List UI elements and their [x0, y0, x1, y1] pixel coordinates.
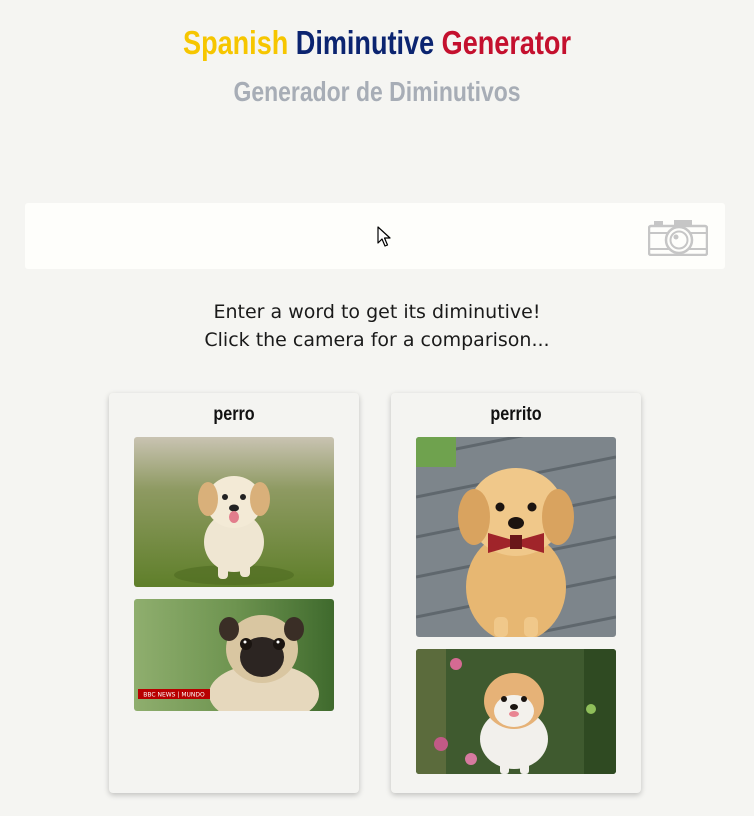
mouse-pointer-icon [377, 226, 391, 247]
app-title: Spanish Diminutive Generator [68, 24, 686, 62]
dog-photo [416, 649, 616, 774]
title-word-generator: Generator [441, 24, 571, 61]
instruction-line-2: Click the camera for a comparison... [204, 329, 550, 351]
word-input[interactable] [25, 203, 625, 269]
dog-photo [416, 437, 616, 637]
card-word: perrito [490, 404, 542, 425]
dog-photo: BBC NEWS | MUNDO [134, 599, 334, 711]
bbc-news-watermark: BBC NEWS | MUNDO [143, 692, 205, 699]
app-subtitle: Generador de Diminutivos [233, 76, 521, 107]
instruction-line-1: Enter a word to get its diminutive! [213, 301, 541, 323]
camera-icon[interactable] [647, 218, 709, 257]
dog-photo [134, 437, 334, 587]
title-word-diminutive: Diminutive [295, 24, 435, 61]
search-bar [25, 203, 725, 269]
comparison-card-original: perro BBC NEWS | MUNDO [109, 393, 359, 793]
comparison-card-diminutive: perrito [391, 393, 641, 793]
instructions: Enter a word to get its diminutive! Clic… [0, 298, 754, 354]
title-word-spanish: Spanish [183, 24, 289, 61]
card-word: perro [213, 404, 255, 425]
